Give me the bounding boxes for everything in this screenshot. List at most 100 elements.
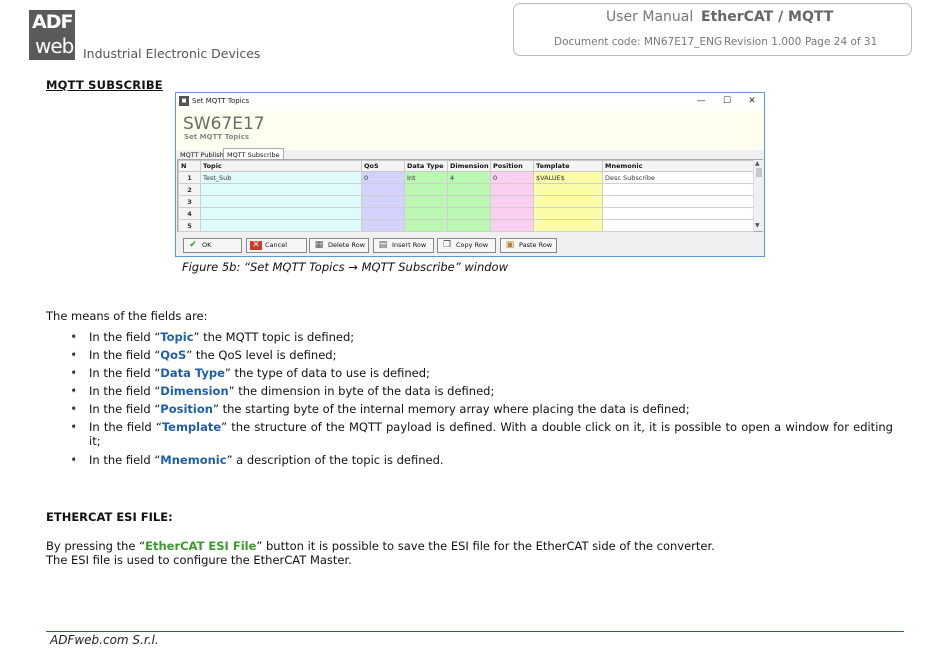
- list-item: In the field “Mnemonic” a description of…: [89, 453, 444, 467]
- position-cell[interactable]: [490, 219, 534, 232]
- column-header: Dimension: [447, 160, 491, 172]
- dimension-cell[interactable]: [447, 219, 491, 232]
- column-header: Mnemonic: [602, 160, 754, 172]
- window-title-bar: ■ Set MQTT Topics — ☐ ✕: [176, 93, 764, 110]
- cancel-x-icon: ✕: [250, 240, 262, 250]
- list-item: In the field “Topic” the MQTT topic is d…: [89, 330, 355, 344]
- scroll-down-icon[interactable]: ▼: [755, 222, 760, 229]
- maximize-icon[interactable]: ☐: [716, 95, 738, 108]
- template-cell[interactable]: [533, 183, 603, 196]
- tagline: Industrial Electronic Devices: [83, 46, 261, 61]
- vertical-scrollbar[interactable]: ▲ ▼: [753, 160, 763, 231]
- paste-row-button[interactable]: ▣ Paste Row: [500, 238, 557, 253]
- table-row[interactable]: 1 Test_Sub 0 Int 4 0 $VALUE$ Desc Subscr…: [178, 171, 754, 184]
- row-number: 4: [178, 207, 201, 220]
- esi-heading: ETHERCAT ESI FILE:: [46, 510, 173, 524]
- template-cell[interactable]: [533, 219, 603, 232]
- data-type-cell[interactable]: [404, 207, 448, 220]
- topic-cell[interactable]: [200, 195, 362, 208]
- minimize-icon[interactable]: —: [690, 95, 712, 108]
- mnemonic-cell[interactable]: [602, 183, 754, 196]
- window-title: Set MQTT Topics: [192, 97, 250, 105]
- position-cell[interactable]: 0: [490, 171, 534, 184]
- dimension-cell[interactable]: [447, 195, 491, 208]
- row-number: 3: [178, 195, 201, 208]
- data-type-cell[interactable]: Int: [404, 171, 448, 184]
- qos-cell[interactable]: [361, 219, 405, 232]
- table-row[interactable]: 3: [178, 195, 754, 208]
- data-type-cell[interactable]: [404, 219, 448, 232]
- delete-row-icon: ▦: [314, 239, 324, 250]
- position-cell[interactable]: [490, 207, 534, 220]
- logo-text-top: ADF: [32, 11, 73, 33]
- checkmark-icon: ✔: [189, 239, 197, 250]
- window-subtitle: Set MQTT Topics: [184, 133, 250, 141]
- topics-table: N Topic QoS Data Type Dimension Position…: [178, 160, 754, 232]
- column-header: Position: [490, 160, 534, 172]
- template-cell[interactable]: [533, 195, 603, 208]
- intro-paragraph: The means of the fields are:: [46, 309, 208, 323]
- column-header: Data Type: [404, 160, 448, 172]
- window-banner: SW67E17 Set MQTT Topics: [176, 110, 764, 150]
- app-name: SW67E17: [183, 114, 265, 134]
- copy-icon: ❐: [442, 239, 452, 250]
- dimension-cell[interactable]: [447, 207, 491, 220]
- qos-cell[interactable]: [361, 195, 405, 208]
- list-item: In the field “Position” the starting byt…: [89, 402, 690, 416]
- insert-row-button[interactable]: ▤ Insert Row: [373, 238, 434, 253]
- doc-code: Document code: MN67E17_ENG: [554, 36, 723, 48]
- template-cell[interactable]: [533, 207, 603, 220]
- mnemonic-cell[interactable]: [602, 219, 754, 232]
- table-row[interactable]: 2: [178, 183, 754, 196]
- footer-company: ADFweb.com S.r.l.: [50, 633, 159, 647]
- table-row[interactable]: 5: [178, 219, 754, 232]
- dimension-cell[interactable]: [447, 183, 491, 196]
- cancel-button[interactable]: ✕ Cancel: [246, 238, 307, 253]
- template-cell[interactable]: $VALUE$: [533, 171, 603, 184]
- mnemonic-cell[interactable]: Desc Subscribe: [602, 171, 754, 184]
- row-number: 5: [178, 219, 201, 232]
- ok-button[interactable]: ✔ OK: [183, 238, 242, 253]
- topic-cell[interactable]: [200, 183, 362, 196]
- topic-cell[interactable]: [200, 219, 362, 232]
- paste-clipboard-icon: ▣: [505, 239, 515, 250]
- close-icon[interactable]: ✕: [741, 95, 763, 108]
- bullet-arrow-icon: ➧: [70, 332, 78, 342]
- logo-text-bottom: web: [35, 34, 74, 58]
- list-item: In the field “Data Type” the type of dat…: [89, 366, 430, 380]
- paste-row-label: Paste Row: [519, 241, 553, 249]
- position-cell[interactable]: [490, 183, 534, 196]
- insert-row-label: Insert Row: [392, 241, 427, 249]
- mnemonic-cell[interactable]: [602, 207, 754, 220]
- page-number: Page 24 of 31: [805, 36, 878, 48]
- column-header: QoS: [361, 160, 405, 172]
- dimension-cell[interactable]: 4: [447, 171, 491, 184]
- mnemonic-cell[interactable]: [602, 195, 754, 208]
- copy-row-button[interactable]: ❐ Copy Row: [437, 238, 496, 253]
- product-name: EtherCAT / MQTT: [701, 9, 834, 25]
- topics-grid: N Topic QoS Data Type Dimension Position…: [177, 159, 763, 232]
- footer-rule: [46, 631, 904, 632]
- qos-cell[interactable]: [361, 207, 405, 220]
- table-row[interactable]: 4: [178, 207, 754, 220]
- row-number: 2: [178, 183, 201, 196]
- delete-row-button[interactable]: ▦ Delete Row: [309, 238, 369, 253]
- column-header: Topic: [200, 160, 362, 172]
- row-number: 1: [178, 171, 201, 184]
- qos-cell[interactable]: 0: [361, 171, 405, 184]
- qos-cell[interactable]: [361, 183, 405, 196]
- column-header: Template: [533, 160, 603, 172]
- topic-cell[interactable]: [200, 207, 362, 220]
- bullet-arrow-icon: ➧: [70, 368, 78, 378]
- data-type-cell[interactable]: [404, 183, 448, 196]
- esi-paragraph-line-1: By pressing the “EtherCAT ESI File” butt…: [46, 539, 715, 553]
- list-item: In the field “Dimension” the dimension i…: [89, 384, 495, 398]
- position-cell[interactable]: [490, 195, 534, 208]
- scroll-up-icon[interactable]: ▲: [755, 160, 760, 167]
- topic-cell[interactable]: Test_Sub: [200, 171, 362, 184]
- table-header-row: N Topic QoS Data Type Dimension Position…: [178, 160, 754, 172]
- cancel-button-label: Cancel: [265, 241, 288, 249]
- bullet-arrow-icon: ➧: [70, 404, 78, 414]
- scroll-thumb[interactable]: [756, 168, 762, 177]
- data-type-cell[interactable]: [404, 195, 448, 208]
